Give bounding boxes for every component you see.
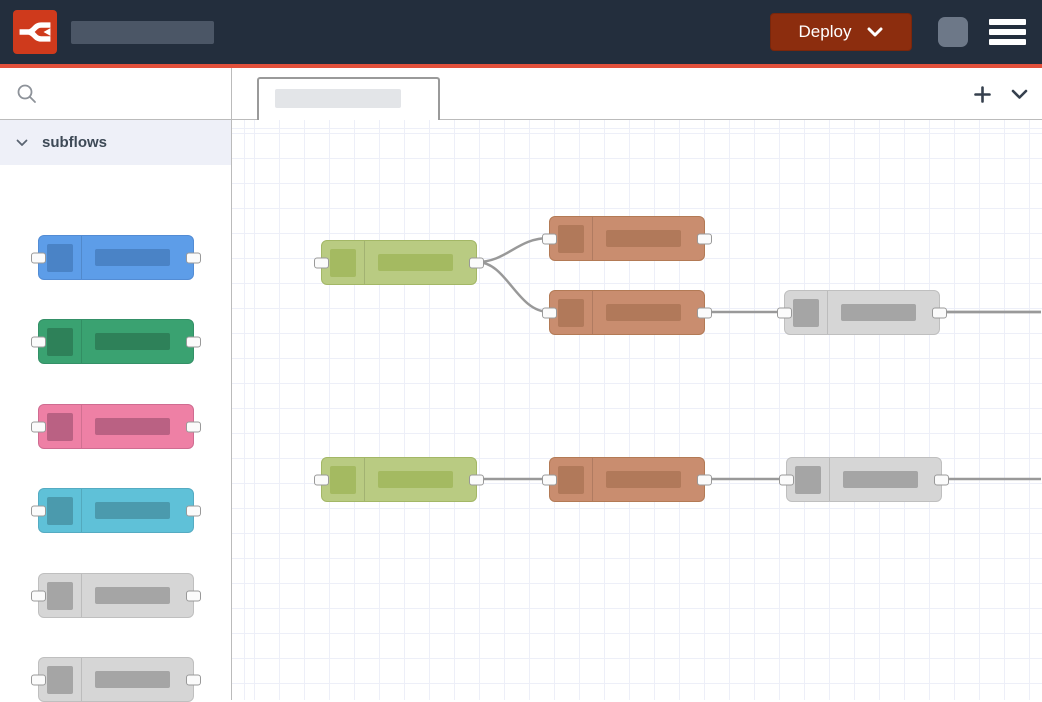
node-output-port[interactable] [697,474,712,485]
node-input-port[interactable] [542,474,557,485]
flow-tab-label-placeholder [275,89,401,108]
node-label-placeholder [95,587,170,604]
node-input-port[interactable] [777,307,792,318]
node-label-placeholder [843,471,918,488]
flow-node-gray-1[interactable] [784,290,940,335]
node-label-placeholder [95,333,170,350]
node-icon [47,497,73,525]
flow-wire[interactable] [477,238,549,262]
workspace-title-placeholder [71,21,214,44]
node-input-port[interactable] [31,590,46,601]
node-output-port[interactable] [186,252,201,263]
node-label-placeholder [606,471,681,488]
node-input-port[interactable] [31,505,46,516]
chevron-down-icon [16,139,28,147]
node-input-port[interactable] [542,307,557,318]
add-flow-button[interactable] [974,86,991,103]
chevron-down-icon [1011,89,1028,100]
deploy-button[interactable]: Deploy [770,13,912,51]
node-input-port[interactable] [31,674,46,685]
palette-node-cyan[interactable] [38,488,194,533]
palette-search[interactable] [0,68,231,120]
app-logo-icon [13,10,57,54]
node-icon [558,466,584,494]
node-input-port[interactable] [542,233,557,244]
node-output-port[interactable] [186,674,201,685]
node-output-port[interactable] [697,233,712,244]
flow-canvas[interactable] [232,120,1042,700]
flow-node-gray-2[interactable] [786,457,942,502]
node-output-port[interactable] [697,307,712,318]
flow-node-salmon-1[interactable] [549,216,705,261]
node-output-port[interactable] [932,307,947,318]
flow-wire[interactable] [477,262,549,312]
flow-tab-active[interactable] [257,77,440,121]
node-icon [47,582,73,610]
flow-node-salmon-2[interactable] [549,290,705,335]
node-label-placeholder [606,304,681,321]
node-icon [558,299,584,327]
node-input-port[interactable] [314,474,329,485]
node-input-port[interactable] [779,474,794,485]
node-icon [558,225,584,253]
palette-node-blue[interactable] [38,235,194,280]
flow-list-button[interactable] [1011,89,1028,100]
plus-icon [974,86,991,103]
node-label-placeholder [378,471,453,488]
node-icon [47,244,73,272]
menu-hamburger-icon[interactable] [989,19,1026,45]
header-bar: Deploy [0,0,1042,64]
palette-node-gray-1[interactable] [38,573,194,618]
node-output-port[interactable] [186,590,201,601]
flow-node-salmon-3[interactable] [549,457,705,502]
node-output-port[interactable] [186,336,201,347]
palette-sidebar: subflows [0,68,232,700]
node-input-port[interactable] [31,336,46,347]
palette-node-pink[interactable] [38,404,194,449]
workspace [232,68,1042,700]
node-output-port[interactable] [934,474,949,485]
node-icon [330,249,356,277]
node-input-port[interactable] [31,252,46,263]
node-input-port[interactable] [314,257,329,268]
node-label-placeholder [95,502,170,519]
node-label-placeholder [95,418,170,435]
node-label-placeholder [378,254,453,271]
node-icon [47,413,73,441]
palette-node-teal[interactable] [38,319,194,364]
node-icon [47,666,73,694]
flow-node-olive-2[interactable] [321,457,477,502]
node-label-placeholder [841,304,916,321]
palette-section-subflows[interactable]: subflows [0,120,231,165]
node-icon [330,466,356,494]
node-icon [793,299,819,327]
palette-node-gray-2[interactable] [38,657,194,702]
user-avatar[interactable] [938,17,968,47]
node-label-placeholder [95,671,170,688]
node-label-placeholder [95,249,170,266]
node-output-port[interactable] [469,257,484,268]
node-icon [795,466,821,494]
node-input-port[interactable] [31,421,46,432]
flow-node-olive-1[interactable] [321,240,477,285]
node-output-port[interactable] [186,505,201,516]
node-output-port[interactable] [469,474,484,485]
deploy-chevron-down-icon[interactable] [867,27,883,37]
wire-layer [232,120,1041,700]
search-icon [16,83,38,105]
flow-tab-bar [232,68,1042,120]
palette-section-label: subflows [42,134,107,151]
deploy-button-label: Deploy [799,22,852,42]
node-icon [47,328,73,356]
node-label-placeholder [606,230,681,247]
node-output-port[interactable] [186,421,201,432]
